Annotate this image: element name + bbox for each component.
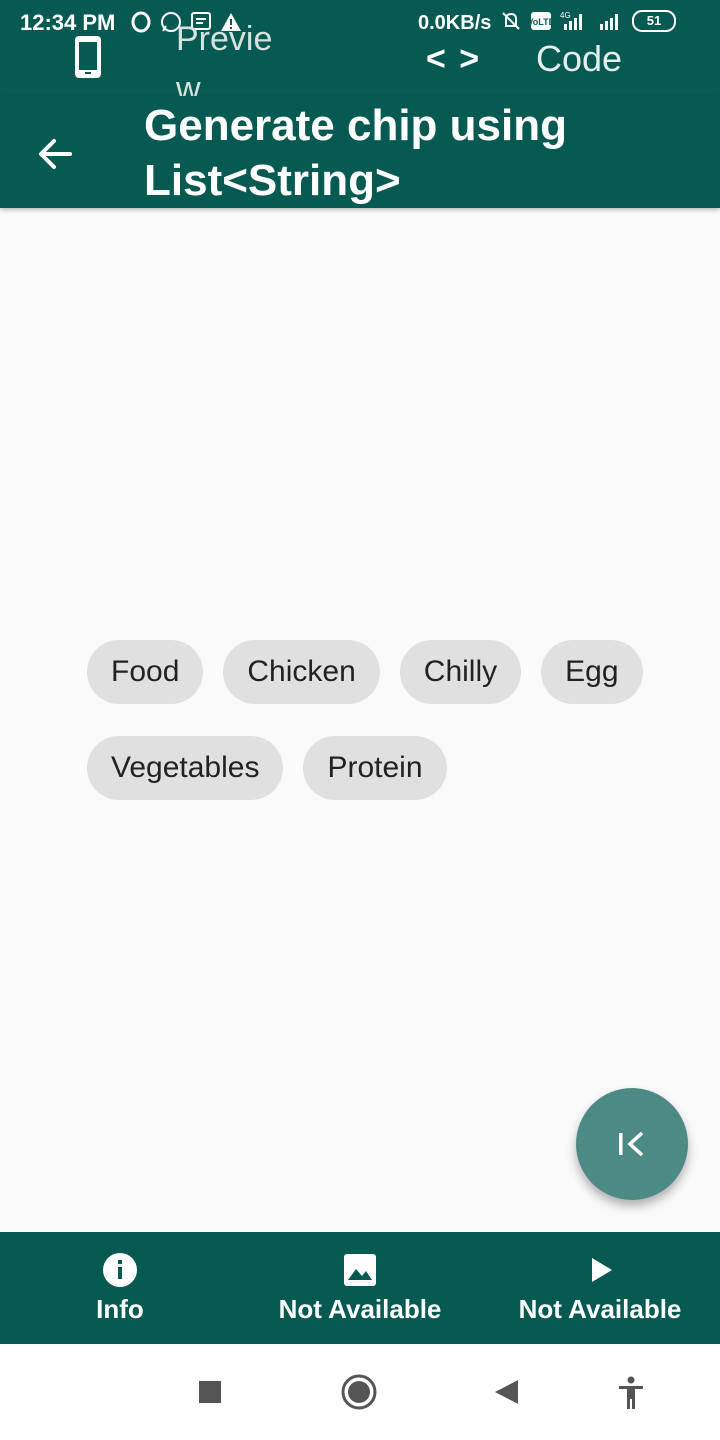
chip[interactable]: Egg xyxy=(541,640,643,704)
bottom-nav-label: Not Available xyxy=(278,1293,442,1324)
volte-icon: VoLTE xyxy=(530,12,552,30)
svg-text:4G: 4G xyxy=(560,11,571,20)
accessibility-icon[interactable] xyxy=(616,1376,646,1410)
image-icon xyxy=(344,1253,376,1286)
back-icon[interactable] xyxy=(492,1378,520,1406)
status-time: 12:34 PM xyxy=(20,10,116,35)
signal-icon: 4G xyxy=(560,11,582,30)
bottom-nav-play[interactable]: Not Available xyxy=(480,1232,720,1344)
bottom-nav-label: Info xyxy=(96,1293,144,1324)
first-page-icon xyxy=(619,1131,644,1157)
play-icon xyxy=(592,1257,612,1282)
preview-code-tabs: Preview < > Code xyxy=(0,20,720,108)
recents-icon[interactable] xyxy=(198,1380,222,1404)
system-status-icons: VoLTE 4G 51 xyxy=(500,10,676,32)
chip[interactable]: Chilly xyxy=(399,640,522,704)
svg-text:VoLTE: VoLTE xyxy=(530,17,552,27)
chip[interactable]: Protein xyxy=(303,736,447,800)
opera-icon xyxy=(131,11,151,33)
network-speed: 0.0KB/s xyxy=(418,12,492,34)
battery-icon: 51 xyxy=(632,10,676,32)
bottom-nav-info[interactable]: Info xyxy=(0,1232,240,1344)
tab-code[interactable]: Code xyxy=(536,38,622,80)
app-bar: Generate chip using List<String> xyxy=(0,96,720,208)
phone-icon[interactable] xyxy=(72,34,104,82)
chip-list: Food Chicken Chilly Egg Vegetables Prote… xyxy=(87,640,677,800)
first-page-button[interactable] xyxy=(576,1088,688,1200)
chip[interactable]: Food xyxy=(87,640,204,704)
mute-icon xyxy=(502,12,520,30)
info-icon xyxy=(103,1252,137,1287)
chip[interactable]: Vegetables xyxy=(87,736,284,800)
code-icon[interactable]: < > xyxy=(426,40,481,79)
signal-icon xyxy=(600,14,618,30)
home-icon[interactable] xyxy=(340,1373,378,1411)
bottom-nav-label: Not Available xyxy=(518,1293,682,1324)
page-title: Generate chip using List<String> xyxy=(144,101,567,205)
back-arrow-icon[interactable] xyxy=(34,132,78,176)
chip[interactable]: Chicken xyxy=(223,640,380,704)
system-nav-bar xyxy=(0,1344,720,1440)
bottom-navigation: Info Not Available Not Available xyxy=(0,1232,720,1344)
bottom-nav-image[interactable]: Not Available xyxy=(240,1232,480,1344)
